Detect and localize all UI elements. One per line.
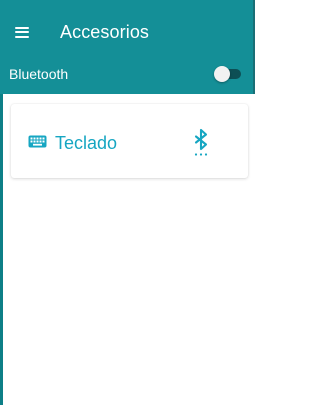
bluetooth-searching-icon (194, 128, 208, 156)
toggle-thumb (214, 66, 230, 82)
keyboard-icon (28, 135, 47, 148)
menu-button[interactable] (8, 18, 36, 46)
accessories-screen: Accesorios Bluetooth Teclado (0, 0, 255, 405)
hamburger-menu-icon (15, 26, 29, 38)
accessory-label: Teclado (55, 133, 118, 153)
app-bar: Accesorios Bluetooth (0, 0, 255, 94)
bluetooth-toggle[interactable] (214, 66, 242, 82)
bluetooth-setting-row: Bluetooth (0, 60, 255, 88)
bluetooth-label: Bluetooth (9, 66, 69, 82)
page-title: Accesorios (60, 22, 150, 42)
right-edge-shadow (253, 0, 255, 94)
accessory-card-keyboard[interactable]: Teclado (11, 104, 248, 178)
